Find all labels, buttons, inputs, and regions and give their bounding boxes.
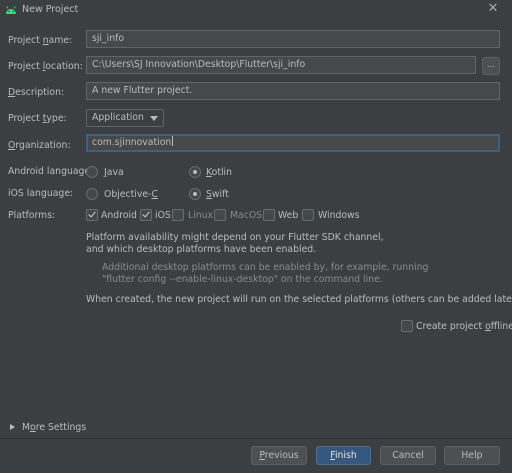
checkbox-ios-label: iOS [155, 210, 171, 221]
android-language-label: Android language: [8, 166, 94, 177]
close-icon[interactable]: ✕ [486, 2, 500, 16]
project-name-label: Project name: [8, 35, 73, 46]
text-caret [172, 136, 174, 146]
checkbox-web[interactable] [263, 209, 275, 221]
ios-language-label: iOS language: [8, 188, 74, 199]
window-title: New Project [22, 4, 79, 15]
checkbox-android-label: Android [101, 210, 137, 221]
checkbox-macos[interactable] [214, 209, 226, 221]
platforms-label: Platforms: [8, 210, 56, 221]
radio-java[interactable] [86, 166, 98, 178]
title-bar: New Project ✕ [0, 0, 512, 21]
organization-input[interactable]: com.sjinnovation [86, 134, 500, 152]
radio-kotlin[interactable] [189, 166, 201, 178]
create-offline-label: Create project offline [416, 321, 512, 332]
checkbox-create-offline[interactable] [401, 320, 413, 332]
radio-objective-c-label: Objective-C [104, 189, 158, 200]
finish-button[interactable]: Finish [316, 446, 371, 465]
desktop-hint-line-1: Additional desktop platforms can be enab… [102, 262, 429, 273]
platform-info-line-2: and which desktop platforms have been en… [86, 244, 317, 255]
more-settings-toggle[interactable]: More Settings [10, 422, 86, 433]
project-type-select[interactable]: Application [86, 109, 164, 127]
footer-divider [0, 438, 512, 439]
android-icon [6, 6, 16, 14]
chevron-right-icon [10, 424, 15, 430]
radio-kotlin-label: Kotlin [206, 167, 233, 178]
project-location-input[interactable]: C:\Users\SJ Innovation\Desktop\Flutter\s… [86, 56, 476, 74]
checkbox-linux-label: Linux [188, 210, 214, 221]
project-type-label: Project type: [8, 113, 67, 124]
platform-info-line-3: When created, the new project will run o… [86, 294, 512, 305]
checkbox-windows-label: Windows [318, 210, 360, 221]
description-label: Description: [8, 87, 65, 98]
organization-label: Organization: [8, 140, 71, 151]
previous-button[interactable]: Previous [251, 446, 307, 465]
platform-info-line-1: Platform availability might depend on yo… [86, 232, 384, 243]
checkbox-linux[interactable] [172, 209, 184, 221]
project-name-input[interactable]: sji_info [86, 30, 500, 48]
cancel-button[interactable]: Cancel [380, 446, 436, 465]
radio-objective-c[interactable] [86, 188, 98, 200]
browse-button[interactable]: ... [482, 57, 500, 75]
checkbox-windows[interactable] [302, 209, 314, 221]
description-input[interactable]: A new Flutter project. [86, 82, 500, 100]
help-button[interactable]: Help [444, 446, 500, 465]
radio-swift-label: Swift [206, 189, 229, 200]
checkbox-web-label: Web [278, 210, 299, 221]
checkbox-android[interactable] [86, 209, 98, 221]
radio-java-label: Java [104, 167, 124, 178]
checkbox-ios[interactable] [140, 209, 152, 221]
chevron-down-icon [150, 116, 158, 121]
checkbox-macos-label: MacOS [230, 210, 263, 221]
project-location-label: Project location: [8, 61, 83, 72]
desktop-hint-line-2: "flutter config --enable-linux-desktop" … [102, 274, 383, 285]
radio-swift[interactable] [189, 188, 201, 200]
